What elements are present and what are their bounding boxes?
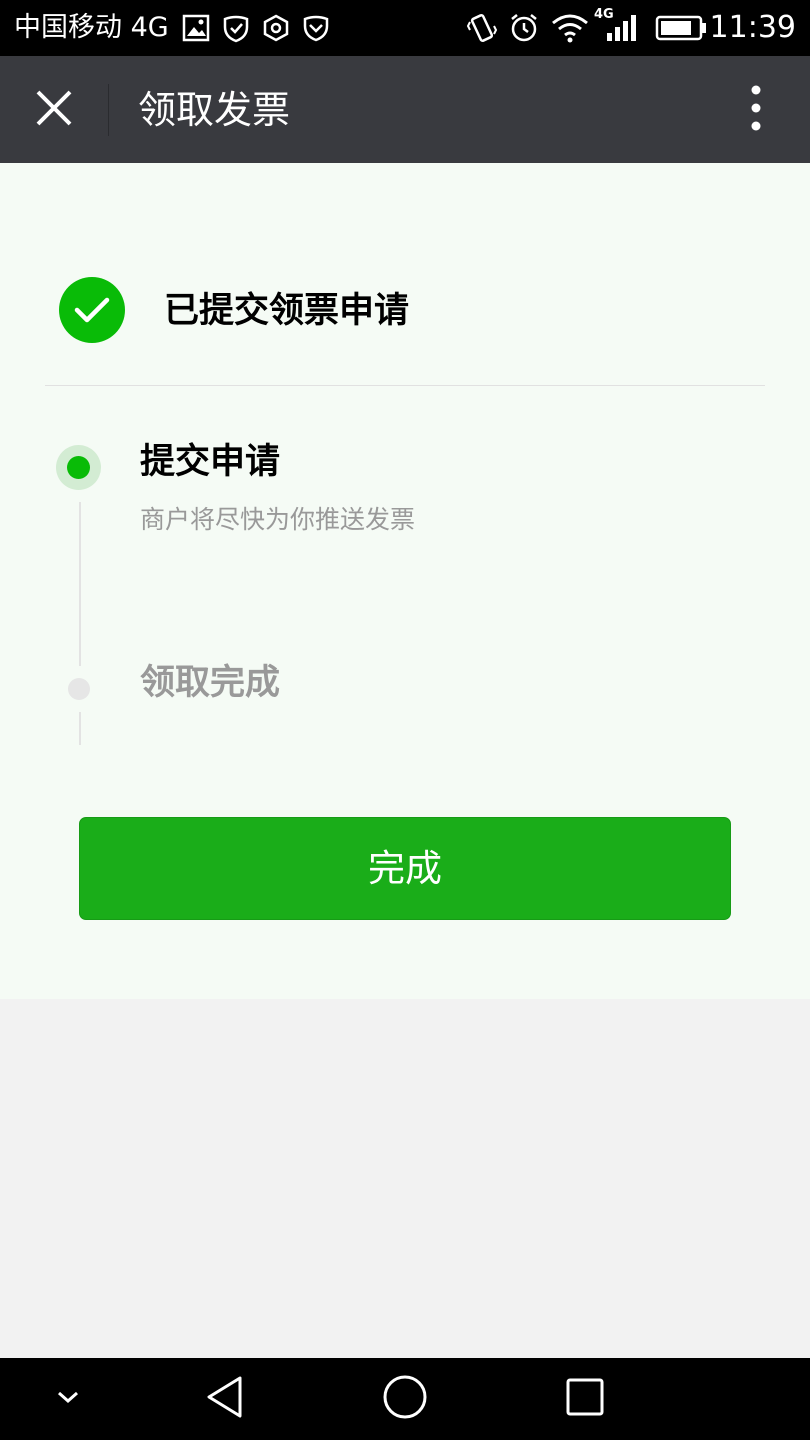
recents-icon <box>565 1377 605 1421</box>
content-panel: 已提交领票申请 提交申请 商户将尽快为你推送发票 领取完成 完成 <box>0 163 810 999</box>
clock-time: 11:39 <box>709 10 796 45</box>
hexagon-icon <box>260 12 292 44</box>
check-circle-icon <box>59 277 125 343</box>
status-bar: 中国移动 4G 4G 11:39 <box>0 0 810 56</box>
home-button[interactable] <box>375 1371 435 1427</box>
step-dot-pending <box>68 678 90 700</box>
step-title-complete: 领取完成 <box>140 663 281 703</box>
vibrate-icon <box>466 12 498 44</box>
close-icon <box>35 89 73 131</box>
title-bar: 领取发票 <box>0 56 810 163</box>
signal-icon <box>604 12 640 44</box>
recents-button[interactable] <box>555 1371 615 1427</box>
shield-icon <box>300 12 332 44</box>
navigation-bar <box>0 1358 810 1440</box>
chevron-down-icon <box>56 1389 80 1409</box>
hide-nav-button[interactable] <box>38 1371 98 1427</box>
step-description-submit: 商户将尽快为你推送发票 <box>140 505 416 534</box>
title-divider <box>108 84 109 136</box>
step-title-submit: 提交申请 <box>140 442 281 482</box>
result-message: 已提交领票申请 <box>164 291 410 331</box>
done-button[interactable]: 完成 <box>79 817 731 920</box>
carrier-label: 中国移动 4G <box>14 12 169 43</box>
step-connector <box>79 502 81 666</box>
alarm-icon <box>508 12 540 44</box>
step-connector <box>79 712 81 745</box>
wifi-icon <box>550 12 590 44</box>
divider <box>45 385 765 386</box>
close-button[interactable] <box>22 78 86 142</box>
home-icon <box>382 1374 428 1424</box>
more-vertical-icon <box>751 85 761 135</box>
shield-check-icon <box>220 12 252 44</box>
more-button[interactable] <box>732 78 780 142</box>
page-title: 领取发票 <box>138 88 291 132</box>
image-icon <box>180 12 212 44</box>
back-button[interactable] <box>195 1371 255 1427</box>
back-icon <box>204 1375 246 1423</box>
step-dot-active-center <box>67 456 90 479</box>
battery-icon <box>654 12 708 44</box>
